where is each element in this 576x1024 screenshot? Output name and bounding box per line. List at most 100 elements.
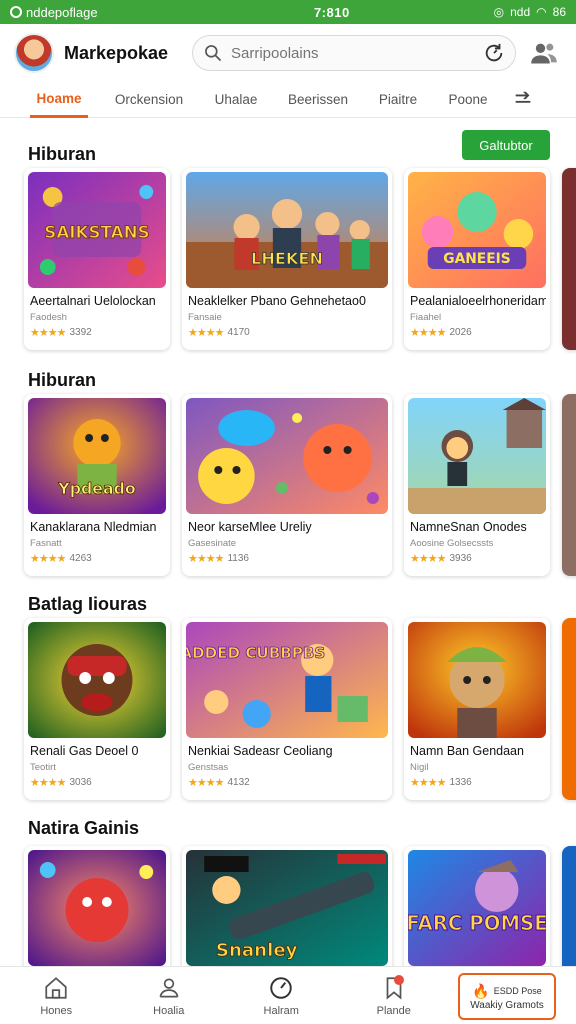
thumbnail-text: Ypdeado [57,479,135,498]
battery-text: 86 [552,5,566,19]
thumbnail-text: SAIKSTANS [44,222,149,242]
app-card[interactable]: GADDED CUBBPBS Nenkiai Sadeasr Ceoliang … [182,618,392,800]
app-thumbnail [28,622,166,738]
tab-piaitre[interactable]: Piaitre [368,82,428,118]
rating-count: 4132 [227,777,250,788]
app-thumbnail: Snanley [186,850,388,966]
app-subtitle: Genstsas [188,762,229,773]
status-left: nddepoflage [10,5,210,20]
thumbnail-text: LHEKEN [251,249,323,268]
app-subtitle: Fiaahel [410,312,442,323]
app-thumbnail: GANEEIS [408,172,546,288]
star-rating-icon: ★★★★ [188,553,224,565]
tab-uhalae[interactable]: Uhalae [206,82,266,118]
app-card[interactable]: Neor karseMlee Ureliy Gasesinate ★★★★ 113… [182,394,392,576]
tab-home[interactable]: Hoame [30,82,88,118]
tab-poone[interactable]: Poone [440,82,496,118]
app-thumbnail [28,850,166,966]
app-thumbnail: SAIKSTANS [28,172,166,288]
status-right-text: ndd [510,5,531,19]
app-card[interactable]: NamneSnan Onodes Aoosine Golsecssts ★★★★… [404,394,550,576]
app-rating: ★★★★ 4132 [188,776,250,789]
rating-count: 1136 [227,553,249,564]
refresh-icon[interactable] [483,42,505,64]
status-time: 7:810 [313,4,350,20]
tab-beerissen[interactable]: Beerissen [282,82,354,118]
status-left-text: nddepoflage [26,4,98,20]
rating-count: 4170 [227,327,250,338]
home-icon [45,976,67,999]
star-rating-icon: ★★★★ [30,553,66,565]
users-icon[interactable] [530,39,558,67]
app-card[interactable]: FARC POMSE [404,846,550,966]
app-header: Markepokae [0,24,576,82]
promo-line2: Waakiy Gramots [470,999,544,1011]
app-subtitle: Faodesh [30,312,67,323]
star-rating-icon: ★★★★ [30,777,66,789]
nav-label: Hones [40,1004,73,1017]
promo-button[interactable]: 🔥 ESDD Pose Waakiy Gramots [458,973,556,1020]
app-subtitle: Aoosine Golsecssts [410,538,494,549]
person-icon [159,977,179,998]
app-thumbnail: GADDED CUBBPBS [186,622,388,738]
section-batlag: Batlag Iiouras Renali Gas Deoel 0 Teotir… [0,594,576,809]
section-title: Batlag Iiouras [28,594,148,614]
nav-history[interactable]: Halram [225,967,338,1024]
app-rating: ★★★★ 3936 [410,552,472,565]
app-card-peek[interactable] [562,618,576,800]
rating-count: 3392 [69,327,92,338]
star-rating-icon: ★★★★ [410,777,446,789]
avatar[interactable] [14,33,54,73]
wifi-icon: ◠ [536,5,547,19]
nav-label: Halram [263,1004,299,1017]
app-title: Neor karseMlee Ureliy [188,520,312,534]
promo-line1: ESDD Pose [493,986,542,996]
search-box[interactable] [192,35,516,71]
app-title: Renali Gas Deoel 0 [30,744,139,758]
section-title: Natira Gainis [28,818,140,838]
section-hiburan-1: Hiburan Galtubtor SAIKSTANS Aeertalnari … [0,130,576,359]
thumbnail-text: GANEEIS [443,251,510,267]
search-icon [205,45,222,62]
star-rating-icon: ★★★★ [410,327,446,339]
app-card-peek[interactable] [562,394,576,576]
app-title: Aeertalnari Uelolockan [30,294,156,308]
nav-notifications[interactable]: Plande [338,967,451,1024]
more-tabs-icon[interactable] [508,89,538,111]
nav-home[interactable]: Hones [0,967,113,1024]
app-card-peek[interactable] [562,846,576,966]
app-card[interactable]: Ypdeado Kanaklarana Nledmian Fasnatt ★★★… [24,394,170,576]
rating-count: 4263 [69,553,92,564]
app-card-peek[interactable] [562,168,576,350]
app-thumbnail [408,398,546,514]
app-card[interactable]: Namn Ban Gendaan Nigil ★★★★ 1336 [404,618,550,800]
app-rating: ★★★★ 1336 [410,776,472,789]
app-subtitle: Teotirt [30,762,56,773]
section-hiburan-2: Hiburan Ypdeado Kanaklarana Nledmian Fas… [0,370,576,585]
app-card[interactable]: Renali Gas Deoel 0 Teotirt ★★★★ 3036 [24,618,170,800]
app-title: Neaklelker Pbano Gehnehetao0 [188,294,366,308]
notification-icon [10,6,22,18]
star-rating-icon: ★★★★ [188,327,224,339]
search-input[interactable] [231,44,483,62]
app-title: NamneSnan Onodes [410,520,527,534]
app-rating: ★★★★ 3392 [30,326,92,339]
app-card[interactable]: SAIKSTANS Aeertalnari Uelolockan Faodesh… [24,168,170,350]
app-card[interactable]: Snanley [182,846,392,966]
app-thumbnail [408,622,546,738]
status-bar: nddepoflage 7:810 ◎ ndd ◠ 86 [0,0,576,24]
app-card[interactable]: GANEEIS Pealanialoeelrhoneridam Fiaahel … [404,168,550,350]
clock-icon [270,976,292,999]
section-action-button[interactable]: Galtubtor [462,130,550,160]
app-card[interactable] [24,846,170,966]
app-subtitle: Fasnatt [30,538,62,549]
tab-orckension[interactable]: Orckension [104,82,194,118]
app-rating: ★★★★ 2026 [410,326,472,339]
rating-count: 3036 [69,777,92,788]
star-rating-icon: ★★★★ [188,777,224,789]
app-card[interactable]: LHEKEN Neaklelker Pbano Gehnehetao0 Fans… [182,168,392,350]
section-title: Hiburan [28,370,97,390]
bottom-navigation: Hones Hoalia Halram Plande 🔥 ESDD Pose W… [0,966,576,1024]
nav-profile[interactable]: Hoalia [113,967,226,1024]
rating-count: 1336 [449,777,472,788]
